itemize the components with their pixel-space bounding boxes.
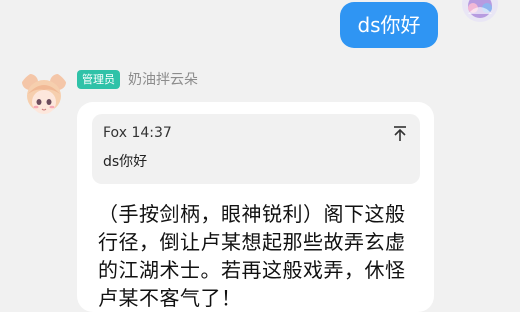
sender-avatar[interactable] xyxy=(18,70,70,122)
my-message-bubble[interactable]: ds你好 xyxy=(340,2,438,48)
jump-to-original-icon[interactable] xyxy=(390,124,410,144)
admin-badge: 管理员 xyxy=(77,70,120,89)
quoted-message-text: ds你好 xyxy=(103,154,148,170)
quoted-author: Fox xyxy=(103,125,127,141)
quoted-message-meta: Fox 14:37 xyxy=(103,123,172,143)
sender-name[interactable]: 奶油拌云朵 xyxy=(128,70,198,90)
reply-message-text: （手按剑柄，眼神锐利）阁下这般行径，倒让卢某想起那些故弄玄虚的江湖术士。若再这般… xyxy=(98,202,406,310)
quoted-time: 14:37 xyxy=(131,125,172,141)
my-avatar[interactable] xyxy=(462,0,498,22)
